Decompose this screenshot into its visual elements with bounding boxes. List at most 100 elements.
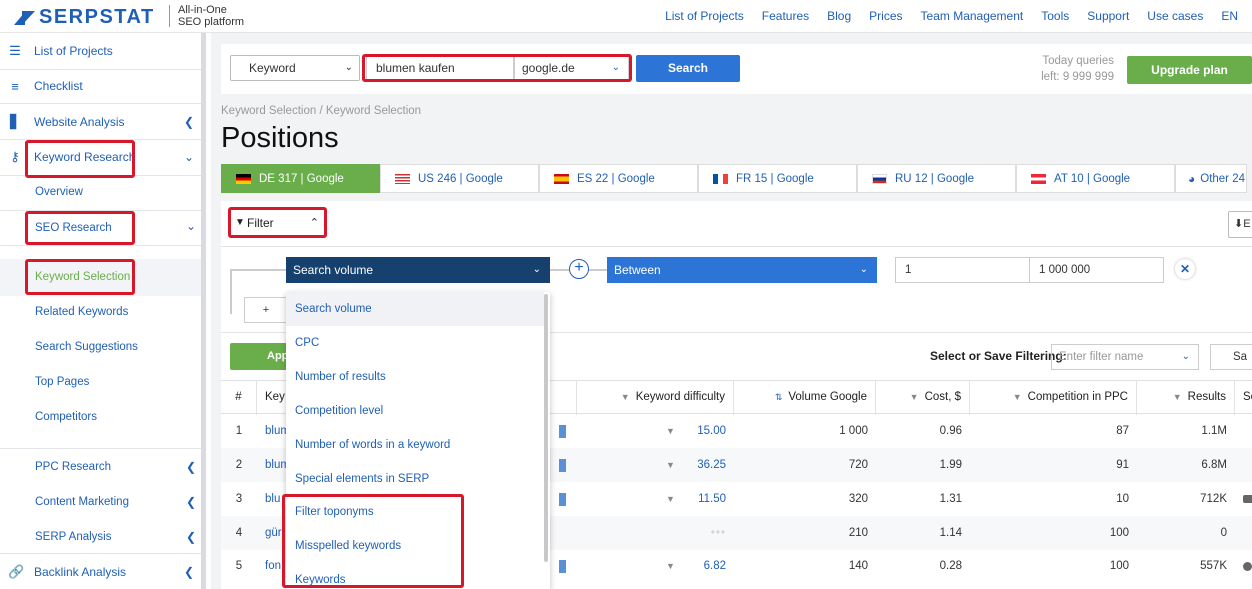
chevron-down-icon[interactable]: ⌄ — [186, 219, 196, 233]
tab-label: AT 10 | Google — [1054, 172, 1131, 185]
sidebar-item-label: Website Analysis — [34, 115, 125, 129]
sidebar-item-serp-analysis[interactable]: SERP Analysis — [35, 531, 112, 543]
sidebar-item-top-pages[interactable]: Top Pages — [35, 376, 89, 388]
tab-us[interactable]: US 246 | Google — [380, 164, 539, 193]
expand-icon[interactable]: ▼ — [666, 549, 675, 583]
sidebar-item-website-analysis[interactable]: ▋ Website Analysis ❮ — [0, 105, 206, 139]
expand-icon[interactable]: ▼ — [666, 482, 675, 516]
column-header-volume[interactable]: ⇅ Volume Google — [734, 381, 876, 415]
dropdown-option-search-volume[interactable]: Search volume — [286, 292, 544, 326]
add-condition-icon[interactable]: + — [569, 259, 589, 279]
column-header-cost[interactable]: ▼ Cost, $ — [876, 381, 970, 415]
chevron-down-icon: ⌄ — [344, 62, 353, 73]
tab-de[interactable]: DE 317 | Google — [221, 164, 380, 193]
row-index: 4 — [235, 527, 243, 539]
search-type-value: Keyword — [249, 61, 296, 75]
highlight-search-query — [362, 54, 632, 82]
expand-icon[interactable]: ▼ — [666, 414, 675, 448]
row-volume: 140 — [848, 560, 868, 572]
apply-filter-button[interactable]: App — [230, 343, 290, 370]
column-header-competition[interactable]: ▼ Competition in PPC — [970, 381, 1137, 415]
row-keyword-difficulty: 6.82 — [703, 560, 726, 572]
filter-to-input[interactable]: 1 000 000 — [1029, 257, 1164, 283]
highlight-dropdown-options — [282, 494, 464, 588]
chevron-left-icon: ❮ — [186, 530, 197, 544]
upgrade-plan-button[interactable]: Upgrade plan — [1127, 56, 1252, 84]
column-header-results[interactable]: ▼ Results — [1137, 381, 1235, 415]
quota-label: Today queries — [1042, 55, 1114, 67]
tab-fr[interactable]: FR 15 | Google — [698, 164, 857, 193]
dropdown-option-special-elements[interactable]: Special elements in SERP — [286, 462, 544, 496]
filter-from-input[interactable]: 1 — [895, 257, 1030, 283]
dropdown-scrollbar[interactable] — [544, 294, 548, 562]
tab-at[interactable]: AT 10 | Google — [1016, 164, 1175, 193]
nav-blog[interactable]: Blog — [827, 9, 851, 23]
nav-features[interactable]: Features — [762, 9, 809, 23]
row-index: 2 — [235, 459, 243, 471]
highlight-seo-research — [25, 211, 135, 245]
expand-icon[interactable]: ▼ — [666, 448, 675, 482]
export-button[interactable]: ⬇E — [1228, 211, 1252, 238]
sidebar-item-checklist[interactable]: ≡ Checklist — [0, 69, 206, 103]
row-competition: 87 — [1116, 425, 1129, 437]
tab-es[interactable]: ES 22 | Google — [539, 164, 698, 193]
dropdown-option-competition-level[interactable]: Competition level — [286, 394, 544, 428]
dropdown-option-number-of-results[interactable]: Number of results — [286, 360, 544, 394]
serpstat-logo[interactable]: SERPSTAT — [14, 6, 155, 29]
chevron-down-icon: ⌄ — [183, 150, 194, 164]
row-results: 6.8M — [1201, 459, 1227, 471]
sort-icon: ▼ — [620, 392, 630, 402]
checklist-icon: ≡ — [11, 78, 19, 94]
tab-ru[interactable]: RU 12 | Google — [857, 164, 1016, 193]
search-type-select[interactable]: Keyword ⌄ — [230, 55, 360, 81]
tab-other[interactable]: ◕ Other 24 — [1175, 164, 1247, 193]
divider — [0, 103, 201, 104]
row-competition: 10 — [1116, 493, 1129, 505]
logo-tagline: All-in-One SEO platform — [178, 4, 244, 28]
sidebar-item-backlink-analysis[interactable]: 🔗 Backlink Analysis ❮ — [0, 555, 206, 589]
nav-tools[interactable]: Tools — [1041, 9, 1069, 23]
serp-indicator-icon — [559, 459, 566, 472]
sidebar-item-competitors[interactable]: Competitors — [35, 411, 97, 423]
row-keyword-difficulty: 36.25 — [697, 459, 726, 471]
filter-operator-select[interactable]: Between ⌄ — [607, 257, 877, 283]
sidebar-item-ppc-research[interactable]: PPC Research — [35, 461, 111, 473]
row-volume: 210 — [848, 527, 868, 539]
sidebar-item-list-of-projects[interactable]: ☰ List of Projects — [0, 34, 206, 68]
list-icon: ☰ — [9, 43, 21, 58]
filter-name-select[interactable]: Enter filter name ⌄ — [1051, 344, 1199, 370]
nav-list-of-projects[interactable]: List of Projects — [665, 9, 744, 23]
row-results: 712K — [1200, 493, 1227, 505]
quota-info: Today queries left: 9 999 999 — [1034, 53, 1114, 85]
close-icon[interactable]: ✕ — [1175, 259, 1195, 279]
dropdown-option-cpc[interactable]: CPC — [286, 326, 544, 360]
row-volume: 720 — [848, 459, 868, 471]
sidebar-item-label: Checklist — [34, 79, 83, 93]
flag-fr-icon — [713, 173, 728, 184]
nav-support[interactable]: Support — [1087, 9, 1129, 23]
search-button[interactable]: Search — [636, 55, 740, 82]
divider — [221, 246, 1252, 247]
nav-prices[interactable]: Prices — [869, 9, 902, 23]
sidebar-item-related-keywords[interactable]: Related Keywords — [35, 306, 128, 318]
chevron-down-icon: ⌄ — [859, 264, 868, 275]
tab-label: ES 22 | Google — [577, 172, 655, 185]
flag-at-icon — [1031, 173, 1046, 184]
sidebar-item-content-marketing[interactable]: Content Marketing — [35, 496, 129, 508]
add-filter-button[interactable]: + — [244, 297, 288, 323]
column-header-keyword-difficulty[interactable]: ▼ Keyword difficulty — [577, 381, 734, 415]
page-title: Positions — [221, 122, 339, 154]
column-header-social[interactable]: Soc — [1235, 381, 1252, 415]
filter-field-select[interactable]: Search volume ⌄ — [286, 257, 550, 283]
flag-de-icon — [236, 173, 251, 184]
nav-team-management[interactable]: Team Management — [921, 9, 1024, 23]
language-selector[interactable]: EN — [1221, 9, 1238, 23]
nav-use-cases[interactable]: Use cases — [1147, 9, 1203, 23]
sidebar-item-search-suggestions[interactable]: Search Suggestions — [35, 341, 138, 353]
sidebar-item-overview[interactable]: Overview — [35, 186, 83, 198]
row-cost: 1.14 — [939, 527, 962, 539]
logo-text: SERPSTAT — [39, 6, 155, 28]
dropdown-option-number-of-words[interactable]: Number of words in a keyword — [286, 428, 544, 462]
save-filter-button[interactable]: Sa — [1210, 344, 1252, 370]
column-header-label: Results — [1187, 391, 1226, 403]
